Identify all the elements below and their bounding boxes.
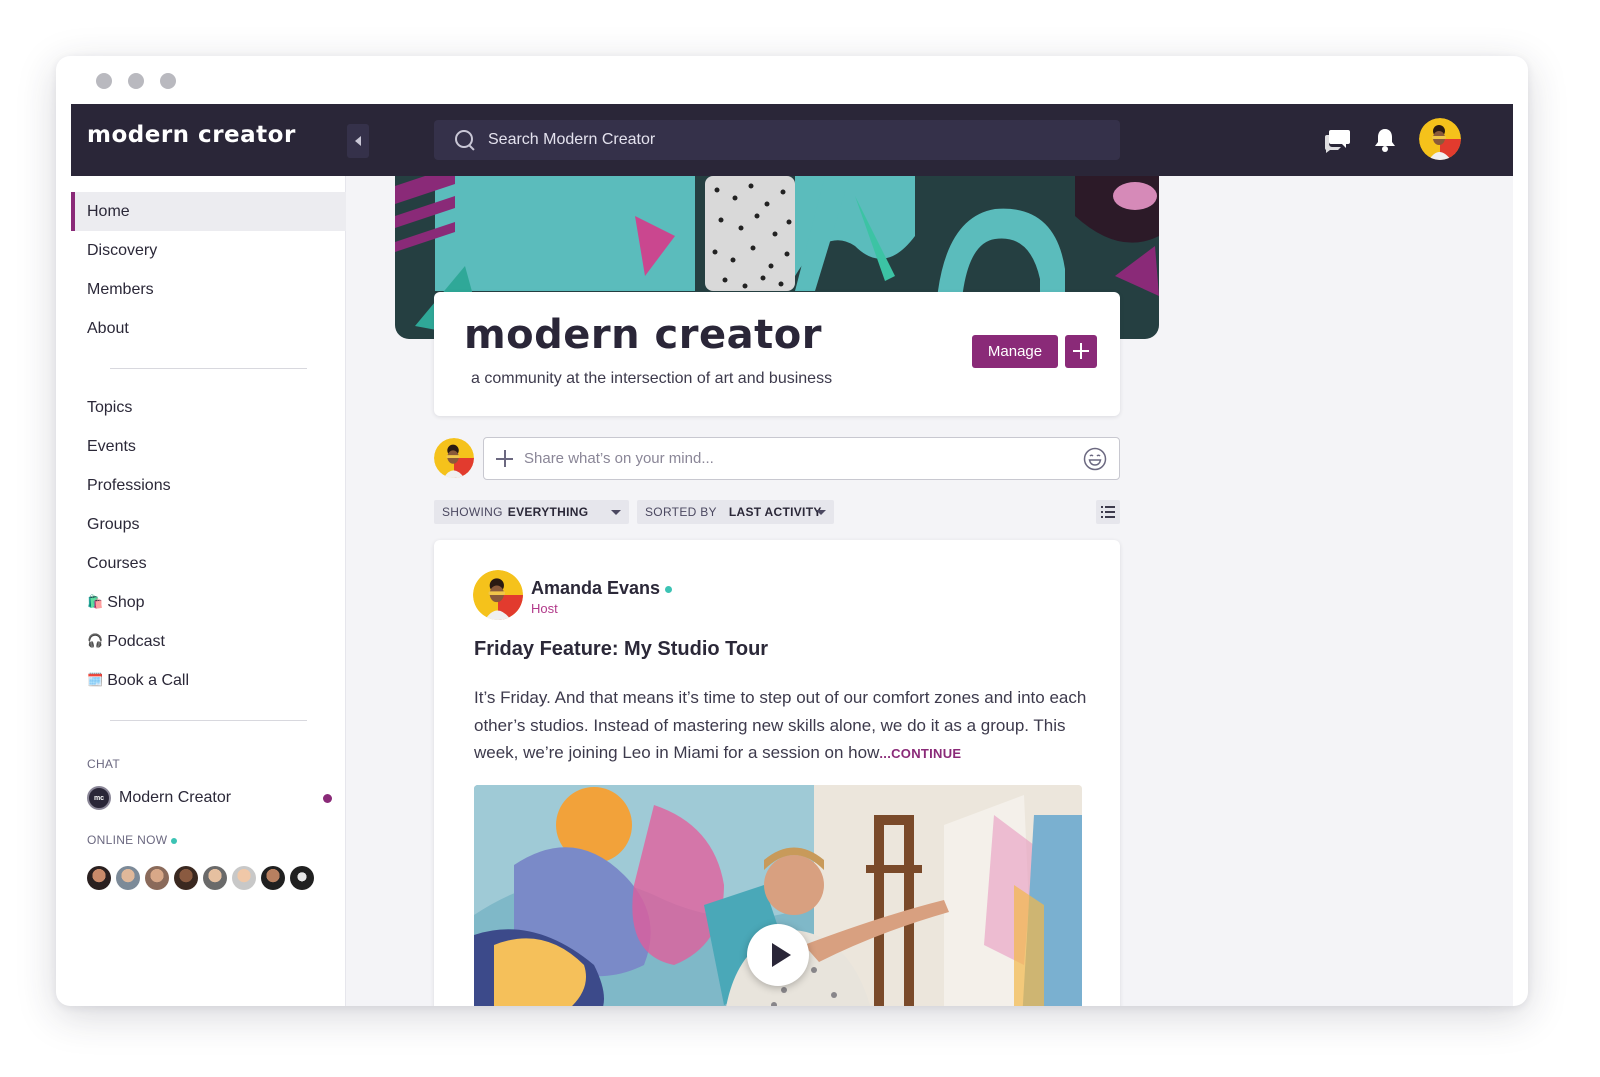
- showing-label: SHOWING: [442, 505, 503, 519]
- sidebar: Home Discovery Members About Topics Even…: [71, 176, 346, 1006]
- window-controls: [96, 73, 176, 89]
- post-author-role: Host: [531, 601, 558, 616]
- sidebar-divider: [110, 368, 307, 369]
- search-bar[interactable]: [434, 120, 1120, 160]
- sidebar-item-label: Members: [87, 280, 154, 298]
- showing-filter-dropdown[interactable]: SHOWING EVERYTHING: [434, 500, 629, 524]
- shopping-bags-icon: 🛍️: [87, 595, 104, 610]
- online-member-avatar[interactable]: [87, 866, 111, 890]
- app: modern creator Search Modern Creator Hom…: [71, 104, 1513, 1006]
- online-member-avatar[interactable]: [261, 866, 285, 890]
- sidebar-item-podcast[interactable]: 🎧 Podcast: [71, 622, 346, 661]
- online-members: [87, 866, 314, 890]
- online-indicator: [665, 585, 673, 593]
- post-composer[interactable]: [483, 437, 1120, 480]
- user-avatar[interactable]: [1419, 118, 1461, 160]
- post-author[interactable]: Amanda Evans: [531, 578, 673, 599]
- sidebar-item-label: About: [87, 319, 129, 337]
- sidebar-divider: [110, 720, 307, 721]
- sidebar-item-label: Groups: [87, 515, 140, 533]
- sidebar-item-professions[interactable]: Professions: [71, 466, 346, 505]
- headphones-icon: 🎧: [87, 634, 104, 649]
- post-body-text: It’s Friday. And that means it’s time to…: [474, 688, 1087, 762]
- online-now-label: ONLINE NOW: [87, 833, 178, 847]
- post-title[interactable]: Friday Feature: My Studio Tour: [474, 638, 768, 661]
- plus-icon[interactable]: [496, 450, 514, 468]
- sidebar-item-discovery[interactable]: Discovery: [71, 231, 346, 270]
- brand-logo[interactable]: modern creator: [87, 122, 296, 148]
- sort-dropdown[interactable]: SORTED BY LAST ACTIVITY: [637, 500, 834, 524]
- online-member-avatar[interactable]: [174, 866, 198, 890]
- search-input[interactable]: [488, 120, 1088, 160]
- sidebar-item-events[interactable]: Events: [71, 427, 346, 466]
- chat-section-label: CHAT: [87, 757, 120, 771]
- add-button[interactable]: [1065, 335, 1097, 368]
- calendar-icon: 🗓️: [87, 673, 104, 688]
- sidebar-item-label: Home: [87, 202, 130, 220]
- sidebar-item-label: Professions: [87, 476, 171, 494]
- post-card: Amanda Evans Host Friday Feature: My Stu…: [434, 540, 1120, 1006]
- sidebar-item-label: Courses: [87, 554, 147, 572]
- window-dot-minimize[interactable]: [128, 73, 144, 89]
- composer-input[interactable]: [524, 438, 1074, 479]
- browser-window: modern creator Search Modern Creator Hom…: [56, 56, 1528, 1006]
- showing-value: EVERYTHING: [507, 505, 589, 519]
- sidebar-item-label: Topics: [87, 398, 133, 416]
- chevron-down-icon: [816, 510, 826, 515]
- chat-bubbles-icon[interactable]: [1322, 124, 1354, 156]
- sidebar-item-label: Podcast: [107, 632, 165, 650]
- online-member-avatar[interactable]: [145, 866, 169, 890]
- online-indicator: [171, 837, 178, 844]
- collapse-sidebar-button[interactable]: [347, 124, 369, 158]
- post-author-name[interactable]: Amanda Evans: [531, 578, 660, 598]
- sidebar-item-label: Shop: [107, 593, 145, 611]
- manage-button[interactable]: Manage: [972, 335, 1058, 368]
- online-member-avatar[interactable]: [116, 866, 140, 890]
- window-dot-maximize[interactable]: [160, 73, 176, 89]
- list-view-button[interactable]: [1096, 500, 1120, 524]
- online-member-avatar[interactable]: [203, 866, 227, 890]
- sidebar-item-label: Book a Call: [107, 671, 190, 689]
- composer-avatar: [434, 438, 474, 478]
- post-video[interactable]: [474, 785, 1082, 1006]
- sidebar-item-topics[interactable]: Topics: [71, 388, 346, 427]
- sorted-value: LAST ACTIVITY: [728, 505, 822, 519]
- play-icon[interactable]: [747, 924, 809, 986]
- community-header-card: modern creator a community at the inters…: [434, 292, 1120, 416]
- top-bar: modern creator: [71, 104, 1513, 176]
- sidebar-item-shop[interactable]: 🛍️ Shop: [71, 583, 346, 622]
- list-view-icon: [1101, 506, 1115, 518]
- online-now-text: ONLINE NOW: [87, 833, 168, 847]
- sidebar-item-home[interactable]: Home: [71, 192, 346, 231]
- online-member-avatar[interactable]: [290, 866, 314, 890]
- window-dot-close[interactable]: [96, 73, 112, 89]
- sorted-label: SORTED BY: [645, 505, 717, 519]
- chevron-down-icon: [611, 510, 621, 515]
- emoji-icon[interactable]: [1083, 447, 1107, 471]
- chat-avatar: mc: [87, 786, 111, 810]
- sidebar-item-courses[interactable]: Courses: [71, 544, 346, 583]
- unread-indicator: [323, 794, 332, 803]
- sidebar-item-label: Discovery: [87, 241, 158, 259]
- chat-name: Modern Creator: [119, 789, 232, 806]
- post-body: It’s Friday. And that means it’s time to…: [474, 684, 1094, 768]
- community-title: modern creator: [464, 312, 822, 358]
- bell-icon[interactable]: [1369, 124, 1401, 156]
- sidebar-item-groups[interactable]: Groups: [71, 505, 346, 544]
- community-subtitle: a community at the intersection of art a…: [471, 370, 833, 387]
- sidebar-item-members[interactable]: Members: [71, 270, 346, 309]
- search-icon: [455, 130, 475, 150]
- continue-link[interactable]: ...CONTINUE: [879, 746, 961, 761]
- post-author-avatar[interactable]: [473, 570, 523, 620]
- sidebar-item-about[interactable]: About: [71, 309, 346, 348]
- sidebar-item-book-a-call[interactable]: 🗓️ Book a Call: [71, 661, 346, 700]
- chat-item-modern-creator[interactable]: mc Modern Creator: [87, 784, 332, 812]
- sidebar-item-label: Events: [87, 437, 136, 455]
- online-member-avatar[interactable]: [232, 866, 256, 890]
